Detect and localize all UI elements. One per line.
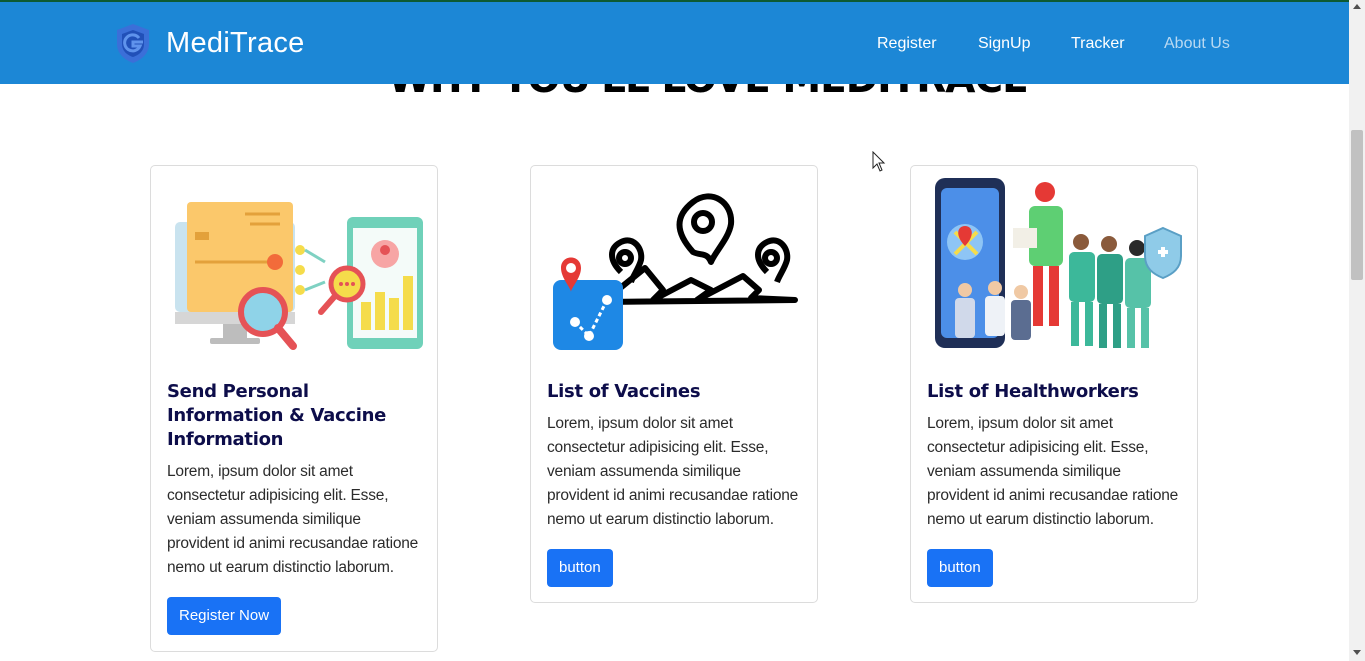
nav-about-link[interactable]: About Us [1164, 35, 1230, 53]
card-title: List of Vaccines [547, 381, 701, 402]
vaccines-button[interactable]: button [547, 549, 613, 587]
healthworkers-illustration [935, 178, 1182, 348]
nav-register-link[interactable]: Register [877, 35, 937, 53]
scroll-down-arrow-icon[interactable] [1353, 650, 1361, 655]
mouse-cursor-icon [872, 151, 886, 172]
personal-info-illustration [175, 202, 423, 350]
card-title: Send Personal Information & Vaccine Info… [167, 381, 386, 450]
scroll-up-arrow-icon[interactable] [1353, 4, 1361, 9]
nav-tracker-link[interactable]: Tracker [1071, 35, 1125, 53]
vertical-scrollbar[interactable] [1349, 0, 1365, 661]
feature-card-vaccines: List of Vaccines Lorem, ipsum dolor sit … [530, 165, 818, 603]
feature-card-healthworkers: List of Healthworkers Lorem, ipsum dolor… [910, 165, 1198, 603]
card-title: List of Healthworkers [927, 381, 1139, 402]
card-description: Lorem, ipsum dolor sit amet consectetur … [927, 415, 1179, 528]
card-description: Lorem, ipsum dolor sit amet consectetur … [547, 415, 799, 528]
shield-g-logo-icon [117, 24, 149, 63]
navbar: MediTrace Register SignUp Tracker About … [0, 0, 1349, 84]
brand-name: MediTrace [166, 26, 305, 59]
brand[interactable]: MediTrace [113, 22, 305, 64]
register-now-button[interactable]: Register Now [167, 597, 282, 635]
vaccine-map-pins-illustration [553, 193, 798, 350]
healthworkers-button[interactable]: button [927, 549, 993, 587]
card-description: Lorem, ipsum dolor sit amet consectetur … [167, 463, 419, 576]
feature-card-personal-info: Send Personal Information & Vaccine Info… [150, 165, 438, 652]
nav-signup-link[interactable]: SignUp [978, 35, 1030, 53]
scrollbar-thumb[interactable] [1351, 130, 1363, 280]
